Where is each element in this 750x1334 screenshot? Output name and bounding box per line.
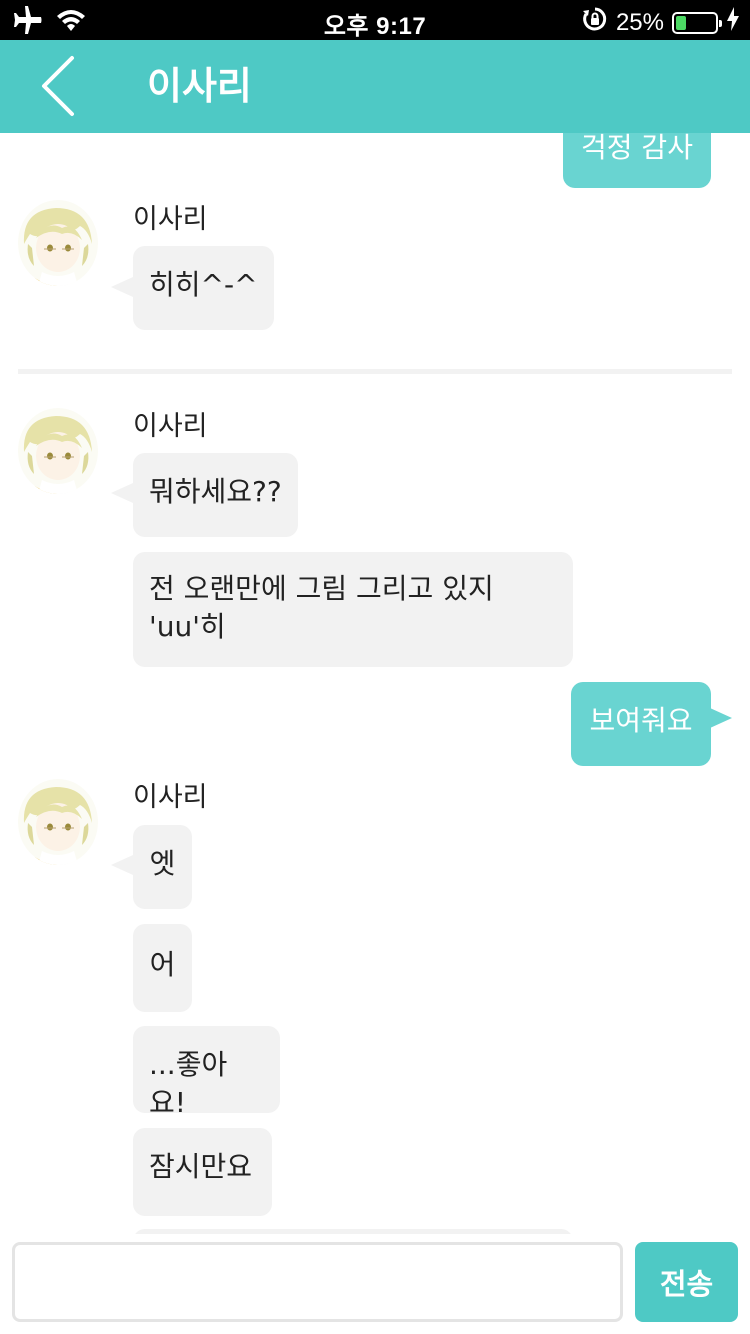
message-input[interactable]	[12, 1242, 623, 1322]
back-button[interactable]	[30, 54, 90, 118]
message-text: 보여줘요	[589, 704, 693, 737]
message-text: 잠시만요	[149, 1150, 253, 1183]
bubble-tail	[710, 708, 732, 728]
charging-icon	[726, 7, 740, 38]
message-text-line: 전 오랜만에 그림 그리고 있지	[149, 572, 494, 605]
chevron-left-icon	[42, 56, 74, 116]
sender-name: 이사리	[133, 782, 208, 813]
bubble-tail	[111, 483, 133, 503]
message-bubble-sent[interactable]: 걱정 감사	[563, 133, 711, 188]
battery-label: 25%	[615, 8, 664, 36]
message-input-bar: 전송	[0, 1234, 750, 1334]
message-bubble-received[interactable]: ...좋아요!	[133, 1026, 280, 1119]
bubble-tail	[111, 277, 133, 297]
message-text: 엣	[149, 847, 176, 880]
bubble-tail	[111, 855, 133, 875]
message-bubble-received[interactable]: 엣	[133, 825, 192, 909]
message-text: 걱정 감사	[581, 133, 693, 164]
chat-header: 이사리	[0, 40, 750, 133]
send-button[interactable]: 전송	[635, 1242, 738, 1322]
message-bubble-received[interactable]: 전 오랜만에 그림 그리고 있지 'uu'히	[133, 552, 573, 667]
divider	[18, 369, 732, 374]
message-bubble-received[interactable]: 히히^-^	[133, 246, 274, 330]
avatar[interactable]	[18, 200, 98, 286]
rotation-lock-icon	[582, 6, 608, 39]
message-text: 어	[149, 948, 176, 981]
avatar[interactable]	[18, 779, 98, 865]
message-text: ...좋아요!	[149, 1048, 228, 1119]
battery-icon	[672, 11, 722, 34]
message-text-line: 'uu'히	[149, 610, 226, 643]
message-bubble-received[interactable]: 뭐하세요??	[133, 453, 298, 537]
message-bubble-received[interactable]: 어	[133, 924, 192, 1012]
sender-name: 이사리	[133, 411, 208, 442]
status-bar: 오후 9:17 25%	[0, 0, 750, 40]
sender-name: 이사리	[133, 204, 208, 235]
message-bubble-received[interactable]: 잠시만요	[133, 1128, 272, 1216]
page-title: 이사리	[147, 64, 252, 108]
message-bubble-sent[interactable]: 보여줘요	[571, 682, 711, 766]
message-text: 히히^-^	[149, 268, 258, 301]
chat-messages[interactable]: 걱정 감사 이사리 히히^-^ 이사리 뭐하세요?? 전 오랜만에 그림 그리고…	[0, 133, 750, 1234]
avatar[interactable]	[18, 408, 98, 494]
message-text: 뭐하세요??	[149, 475, 282, 508]
